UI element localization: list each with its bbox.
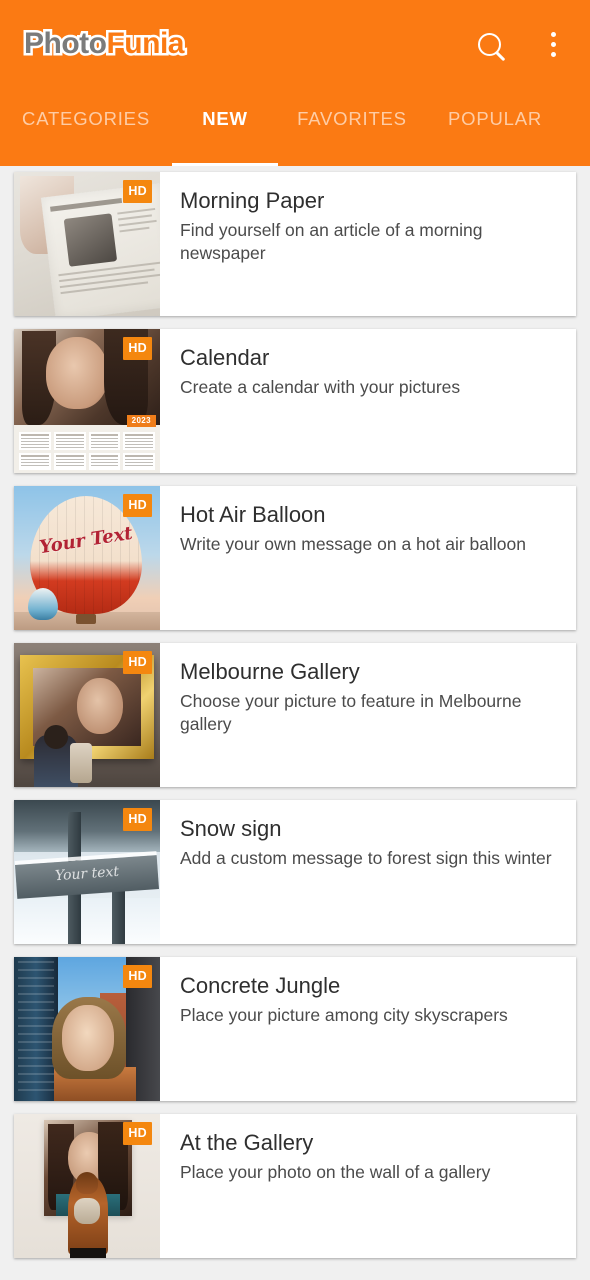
effect-card-at-the-gallery[interactable]: HD At the Gallery Place your photo on th… bbox=[14, 1114, 576, 1258]
effect-thumbnail: HD bbox=[14, 643, 160, 787]
hd-badge: HD bbox=[123, 651, 152, 674]
tab-popular[interactable]: POPULAR bbox=[426, 106, 568, 166]
hd-badge: HD bbox=[123, 965, 152, 988]
hd-badge: HD bbox=[123, 808, 152, 831]
app-bar-top-row: PhotoFunia bbox=[0, 0, 590, 88]
effect-title: Calendar bbox=[180, 345, 270, 370]
effect-card-body: Morning Paper Find yourself on an articl… bbox=[160, 172, 576, 316]
effect-card-calendar[interactable]: 2023 HD Calendar Create a calendar with … bbox=[14, 329, 576, 473]
effect-card-melbourne-gallery[interactable]: HD Melbourne Gallery Choose your picture… bbox=[14, 643, 576, 787]
hd-badge: HD bbox=[123, 337, 152, 360]
effect-card-body: At the Gallery Place your photo on the w… bbox=[160, 1114, 576, 1258]
tab-categories-label: CATEGORIES bbox=[22, 108, 150, 129]
effect-card-snow-sign[interactable]: Your text HD Snow sign Add a custom mess… bbox=[14, 800, 576, 944]
search-icon bbox=[477, 32, 501, 56]
photofunia-app: PhotoFunia CATEGORIES NEW FAVORITES POPU… bbox=[0, 0, 590, 1280]
effect-card-body: Snow sign Add a custom message to forest… bbox=[160, 800, 576, 944]
effect-thumbnail: 2023 HD bbox=[14, 329, 160, 473]
logo-photo-text: Photo bbox=[21, 26, 109, 61]
tab-favorites-label: FAVORITES bbox=[297, 108, 407, 129]
tab-new[interactable]: NEW bbox=[172, 106, 278, 166]
effect-title: Concrete Jungle bbox=[180, 973, 341, 998]
effect-card-hot-air-balloon[interactable]: Your Text HD Hot Air Balloon Write your … bbox=[14, 486, 576, 630]
tab-favorites[interactable]: FAVORITES bbox=[278, 106, 426, 166]
effect-card-body: Melbourne Gallery Choose your picture to… bbox=[160, 643, 576, 787]
effect-description: Place your photo on the wall of a galler… bbox=[180, 1161, 491, 1182]
effect-thumbnail: Your Text HD bbox=[14, 486, 160, 630]
effect-thumbnail: HD bbox=[14, 957, 160, 1101]
effect-description: Choose your picture to feature in Melbou… bbox=[180, 690, 522, 735]
effect-list[interactable]: HD Morning Paper Find yourself on an art… bbox=[0, 166, 590, 1280]
effect-thumbnail: HD bbox=[14, 172, 160, 316]
effect-card-body: Calendar Create a calendar with your pic… bbox=[160, 329, 576, 473]
effect-title: Morning Paper bbox=[180, 188, 325, 213]
tab-popular-label: POPULAR bbox=[448, 108, 543, 129]
overflow-menu-button[interactable] bbox=[536, 27, 570, 61]
effect-description: Add a custom message to forest sign this… bbox=[180, 847, 552, 868]
search-button[interactable] bbox=[472, 27, 506, 61]
photofunia-logo: PhotoFunia bbox=[21, 25, 187, 63]
hd-badge: HD bbox=[123, 180, 152, 203]
effect-card-body: Concrete Jungle Place your picture among… bbox=[160, 957, 576, 1101]
calendar-year-badge: 2023 bbox=[126, 415, 156, 427]
effect-thumbnail: HD bbox=[14, 1114, 160, 1258]
effect-thumbnail: Your text HD bbox=[14, 800, 160, 944]
hd-badge: HD bbox=[123, 1122, 152, 1145]
app-bar: PhotoFunia CATEGORIES NEW FAVORITES POPU… bbox=[0, 0, 590, 166]
logo-funia-text: Funia bbox=[104, 26, 187, 61]
effect-card-concrete-jungle[interactable]: HD Concrete Jungle Place your picture am… bbox=[14, 957, 576, 1101]
effect-title: At the Gallery bbox=[180, 1130, 314, 1155]
tab-categories[interactable]: CATEGORIES bbox=[0, 106, 172, 166]
effect-description: Find yourself on an article of a morning… bbox=[180, 219, 483, 264]
tab-active-indicator bbox=[172, 163, 278, 166]
tab-new-label: NEW bbox=[202, 108, 248, 129]
effect-description: Place your picture among city skyscraper… bbox=[180, 1004, 508, 1025]
effect-card-body: Hot Air Balloon Write your own message o… bbox=[160, 486, 576, 630]
more-vertical-icon bbox=[550, 31, 556, 57]
app-bar-actions bbox=[472, 27, 570, 61]
effect-title: Melbourne Gallery bbox=[180, 659, 360, 684]
effect-card-morning-paper[interactable]: HD Morning Paper Find yourself on an art… bbox=[14, 172, 576, 316]
effect-title: Snow sign bbox=[180, 816, 282, 841]
effect-title: Hot Air Balloon bbox=[180, 502, 326, 527]
effect-description: Create a calendar with your pictures bbox=[180, 376, 461, 397]
hd-badge: HD bbox=[123, 494, 152, 517]
tab-bar: CATEGORIES NEW FAVORITES POPULAR bbox=[0, 88, 590, 166]
effect-description: Write your own message on a hot air ball… bbox=[180, 533, 526, 554]
